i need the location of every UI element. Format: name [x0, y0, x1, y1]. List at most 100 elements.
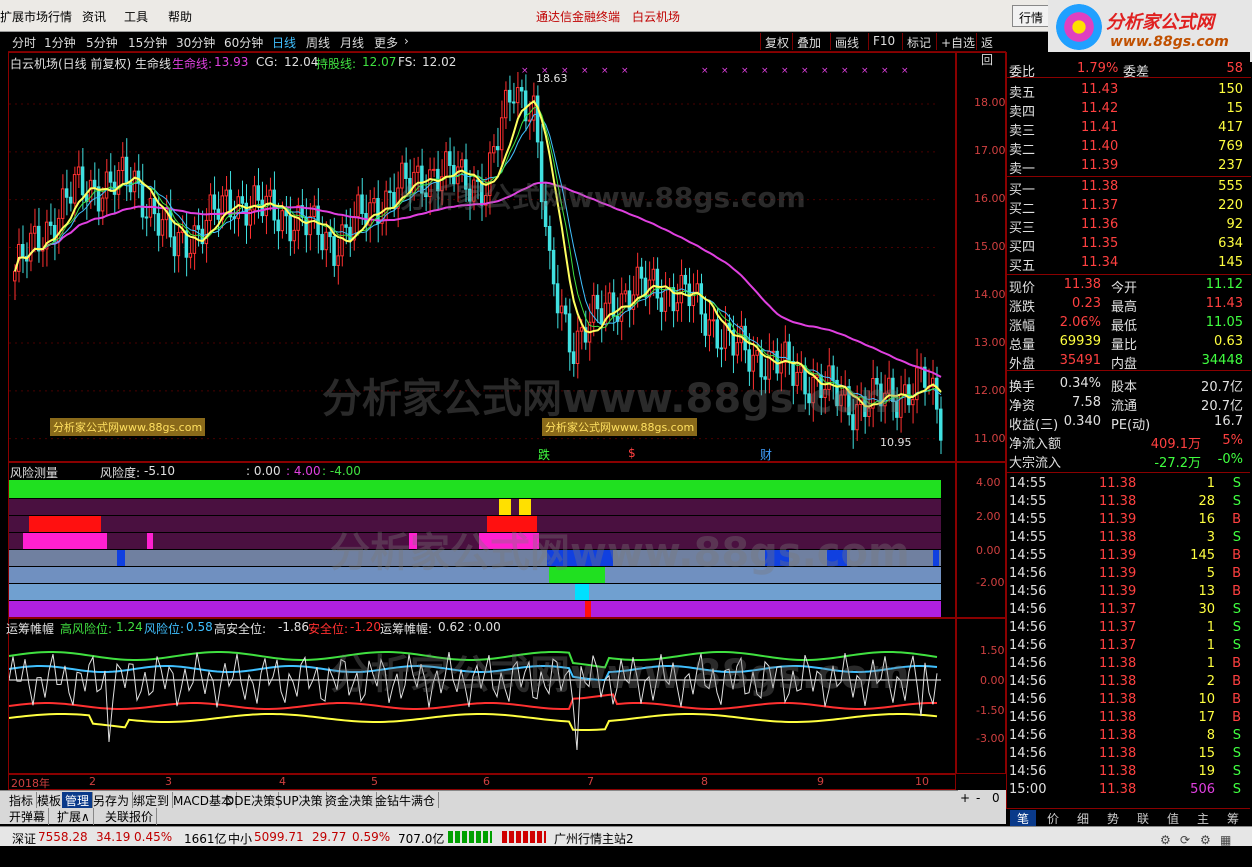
tick-row[interactable]: 14:55 11.38 28 S — [1007, 493, 1251, 511]
quote-tab[interactable]: 联 — [1130, 810, 1156, 827]
zoom-reset-button[interactable]: 0 — [992, 791, 1000, 805]
indicator-tab[interactable]: SUP决策 — [272, 792, 327, 809]
tick-list[interactable]: 14:55 11.38 1 S 14:55 11.38 28 S 14:55 11.39 16 B 14… — [1006, 472, 1250, 808]
indicator-tab[interactable]: 另存为 — [90, 792, 134, 809]
high-price-label: 18.63 — [536, 72, 568, 85]
tick-row[interactable]: 14:56 11.38 17 B — [1007, 709, 1251, 727]
period-fenshi[interactable]: 分时 — [12, 34, 36, 51]
indicator-tab[interactable]: 管理 — [62, 792, 94, 809]
gear-icon[interactable]: ⚙ — [1200, 833, 1211, 847]
indicator-tab[interactable]: 资金决策 — [322, 792, 378, 809]
indicator-tab[interactable]: 指标 — [6, 792, 38, 809]
menu-item-tools[interactable]: 工具 — [124, 8, 148, 25]
stat-row: 现价 11.38 今开 11.12 — [1007, 276, 1251, 296]
period-30min[interactable]: 30分钟 — [176, 34, 215, 51]
fuquan-button[interactable]: 复权 — [760, 33, 793, 50]
market-button[interactable]: 行情 — [1012, 5, 1051, 27]
candle — [72, 174, 77, 204]
period-5min[interactable]: 5分钟 — [86, 34, 118, 51]
indicator-tab[interactable]: 金钻牛满仓 — [372, 792, 440, 809]
tick-row[interactable]: 14:55 11.39 16 B — [1007, 511, 1251, 529]
order-book-row[interactable]: 卖一 11.39 237 — [1007, 157, 1251, 177]
draw-line-button[interactable]: 画线 — [830, 33, 863, 50]
order-book-row[interactable]: 买四 11.35 634 — [1007, 235, 1251, 255]
quote-tab[interactable]: 值 — [1160, 810, 1186, 827]
candle — [80, 166, 85, 196]
tick-row[interactable]: 14:56 11.37 30 S — [1007, 601, 1251, 619]
overlay-button[interactable]: 叠加 — [792, 33, 825, 50]
period-60min[interactable]: 60分钟 — [224, 34, 263, 51]
tick-volume: 16 — [1198, 512, 1215, 527]
extra-tab[interactable]: 开弹幕 — [6, 808, 50, 825]
quote-tab[interactable]: 细 — [1070, 810, 1096, 827]
mark-button[interactable]: 标记 — [902, 33, 935, 50]
menu-item-market[interactable]: 扩展市场行情 — [0, 8, 72, 25]
order-book-row[interactable]: 卖二 11.40 769 — [1007, 138, 1251, 158]
f10-button[interactable]: F10 — [868, 33, 899, 50]
tick-row[interactable]: 14:56 11.39 5 B — [1007, 565, 1251, 583]
quote-tab[interactable]: 价 — [1040, 810, 1066, 827]
period-15min[interactable]: 15分钟 — [128, 34, 167, 51]
indicator-tab[interactable]: DDE决策 — [222, 792, 280, 809]
menu-item-help[interactable]: 帮助 — [168, 8, 192, 25]
candlestick-chart[interactable]: × × × × × × × × × × × × × × × × × — [9, 53, 955, 461]
stat-label: 收益(三) — [1009, 418, 1059, 433]
candle — [128, 181, 133, 193]
period-weekly[interactable]: 周线 — [306, 34, 330, 51]
tick-row[interactable]: 14:56 11.37 1 S — [1007, 637, 1251, 655]
risk-bands-chart[interactable] — [9, 480, 941, 618]
cg-line — [14, 99, 942, 408]
tick-row[interactable]: 14:56 11.38 19 S — [1007, 763, 1251, 781]
order-book-row[interactable]: 卖三 11.41 417 — [1007, 119, 1251, 139]
signal-marker: × — [881, 66, 889, 76]
order-book-row[interactable]: 买二 11.37 220 — [1007, 197, 1251, 217]
extra-tab[interactable]: 扩展∧ — [54, 808, 94, 825]
period-1min[interactable]: 1分钟 — [44, 34, 76, 51]
tick-row[interactable]: 15:00 11.38 506 S — [1007, 781, 1251, 799]
tick-row[interactable]: 14:56 11.38 8 S — [1007, 727, 1251, 745]
tick-row[interactable]: 14:56 11.38 1 B — [1007, 655, 1251, 673]
zoom-in-button[interactable]: + — [960, 791, 970, 805]
x-tick: 4 — [279, 775, 286, 788]
indicator-tab[interactable]: 模板 — [34, 792, 66, 809]
back-button[interactable]: 返回 — [976, 33, 1006, 67]
candle — [755, 349, 759, 356]
order-book-row[interactable]: 卖五 11.43 150 — [1007, 81, 1251, 101]
stat-value: 11.12 — [1205, 277, 1243, 292]
chevron-right-icon[interactable]: › — [404, 34, 409, 48]
menu-item-news[interactable]: 资讯 — [82, 8, 106, 25]
order-book-row[interactable]: 买三 11.36 92 — [1007, 216, 1251, 236]
market-breadth-icon — [502, 831, 546, 843]
tick-row[interactable]: 14:56 11.37 1 S — [1007, 619, 1251, 637]
refresh-icon[interactable]: ⟳ — [1180, 833, 1190, 847]
order-price: 11.34 — [1081, 255, 1119, 270]
period-more[interactable]: 更多 — [374, 34, 398, 51]
tick-row[interactable]: 14:56 11.38 10 B — [1007, 691, 1251, 709]
period-monthly[interactable]: 月线 — [340, 34, 364, 51]
period-daily[interactable]: 日线 — [272, 34, 296, 51]
tick-row[interactable]: 14:55 11.38 3 S — [1007, 529, 1251, 547]
extra-tab[interactable]: 关联报价 — [102, 808, 158, 825]
order-book-row[interactable]: 买一 11.38 555 — [1007, 178, 1251, 198]
add-favorite-button[interactable]: +自选 — [936, 33, 979, 50]
tick-row[interactable]: 14:55 11.39 145 B — [1007, 547, 1251, 565]
quote-tab[interactable]: 筹 — [1220, 810, 1246, 827]
quote-tab[interactable]: 势 — [1100, 810, 1126, 827]
order-level-label: 卖二 — [1009, 143, 1036, 158]
tick-row[interactable]: 14:56 11.38 2 B — [1007, 673, 1251, 691]
order-book-row[interactable]: 卖四 11.42 15 — [1007, 100, 1251, 120]
order-book-row[interactable]: 买五 11.34 145 — [1007, 254, 1251, 274]
tick-row[interactable]: 14:56 11.39 13 B — [1007, 583, 1251, 601]
chip-lines-chart[interactable] — [9, 636, 941, 770]
chart-icon[interactable]: ▦ — [1220, 833, 1231, 847]
tick-row[interactable]: 14:56 11.38 15 S — [1007, 745, 1251, 763]
tick-time: 14:55 — [1009, 476, 1047, 491]
zoom-out-button[interactable]: - — [976, 791, 980, 805]
signal-marker: × — [801, 66, 809, 76]
gear-icon[interactable]: ⚙ — [1160, 833, 1171, 847]
indicator-tab[interactable]: 绑定到 — [130, 792, 174, 809]
candle — [503, 89, 508, 119]
quote-tab[interactable]: 笔 — [1010, 810, 1036, 827]
quote-tab[interactable]: 主 — [1190, 810, 1216, 827]
tick-row[interactable]: 14:55 11.38 1 S — [1007, 475, 1251, 493]
